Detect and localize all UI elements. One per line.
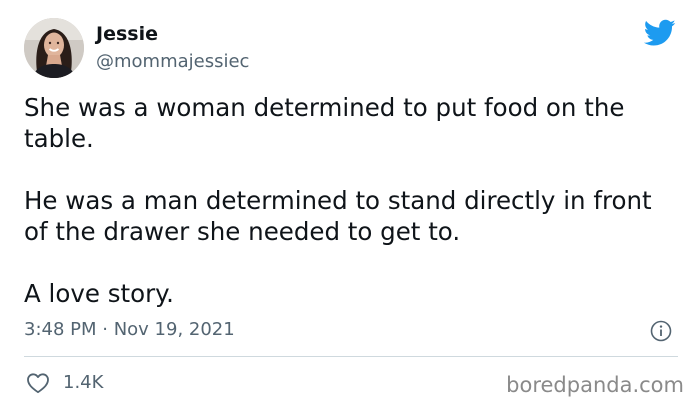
tweet-paragraph: She was a woman determined to put food o… bbox=[24, 93, 625, 153]
tweet-paragraph: A love story. bbox=[24, 279, 174, 308]
divider bbox=[24, 356, 678, 357]
like-count: 1.4K bbox=[63, 372, 104, 393]
user-photo-icon bbox=[24, 18, 84, 78]
avatar[interactable] bbox=[24, 18, 84, 78]
tweet-paragraph: He was a man determined to stand directl… bbox=[24, 186, 652, 246]
tweet-timestamp[interactable]: 3:48 PM · Nov 19, 2021 bbox=[24, 318, 235, 342]
info-circle-icon[interactable] bbox=[650, 320, 672, 342]
heart-outline-icon[interactable] bbox=[26, 372, 50, 394]
tweet-card: Jessie @mommajessiec She was a woman det… bbox=[0, 0, 700, 410]
twitter-bird-icon[interactable] bbox=[643, 19, 676, 47]
tweet-text: She was a woman determined to put food o… bbox=[24, 92, 674, 340]
display-name[interactable]: Jessie bbox=[96, 22, 158, 46]
watermark: boredpanda.com bbox=[506, 373, 684, 397]
user-handle[interactable]: @mommajessiec bbox=[96, 50, 249, 74]
